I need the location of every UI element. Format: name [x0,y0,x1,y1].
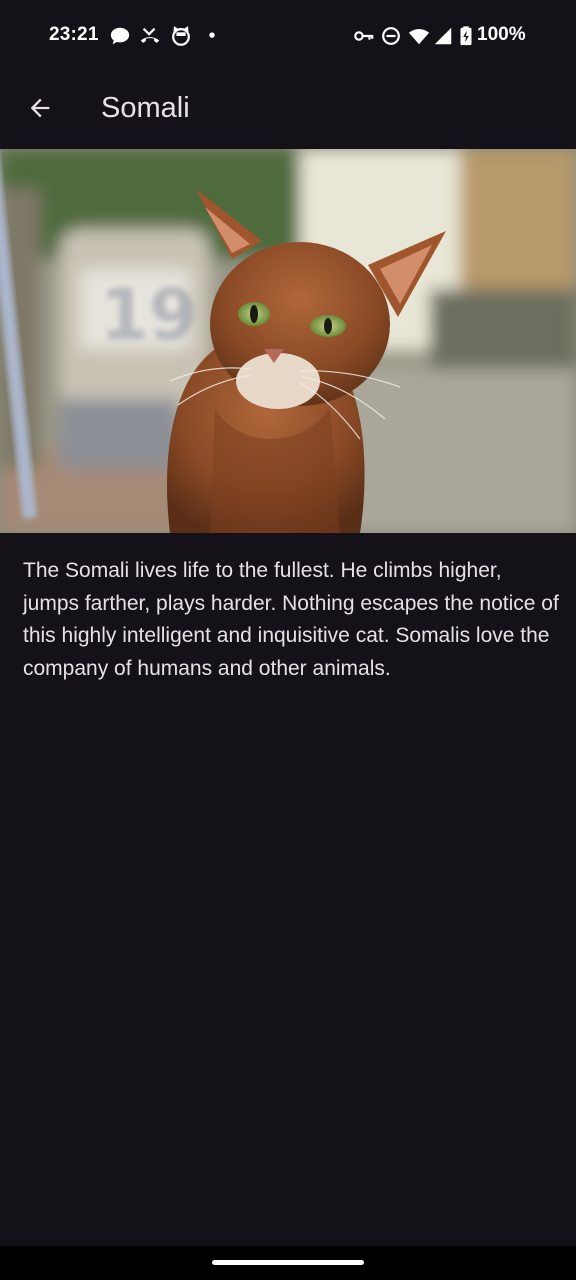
more-dot-icon [201,25,223,47]
status-time: 23:21 [49,24,99,45]
status-bar: 23:21 100% [0,0,576,72]
do-not-disturb-icon [380,25,402,47]
missed-call-icon [139,25,161,47]
svg-text:19: 19 [100,274,197,356]
battery-charging-icon [455,25,477,47]
cell-signal-icon [432,25,454,47]
back-button[interactable] [16,86,64,134]
cat-face-icon [170,25,192,47]
chat-bubble-icon [109,25,131,47]
vpn-key-icon [353,25,375,47]
arrow-back-icon [26,94,54,127]
wifi-icon [408,25,430,47]
top-app-bar: Somali [0,72,576,148]
cat-photo: 19 [0,149,576,533]
cat-description: The Somali lives life to the fullest. He… [23,559,559,680]
system-navigation-bar [0,1246,576,1280]
page-title: Somali [101,92,190,124]
battery-percentage: 100% [477,24,526,45]
gesture-handle[interactable] [212,1260,364,1265]
